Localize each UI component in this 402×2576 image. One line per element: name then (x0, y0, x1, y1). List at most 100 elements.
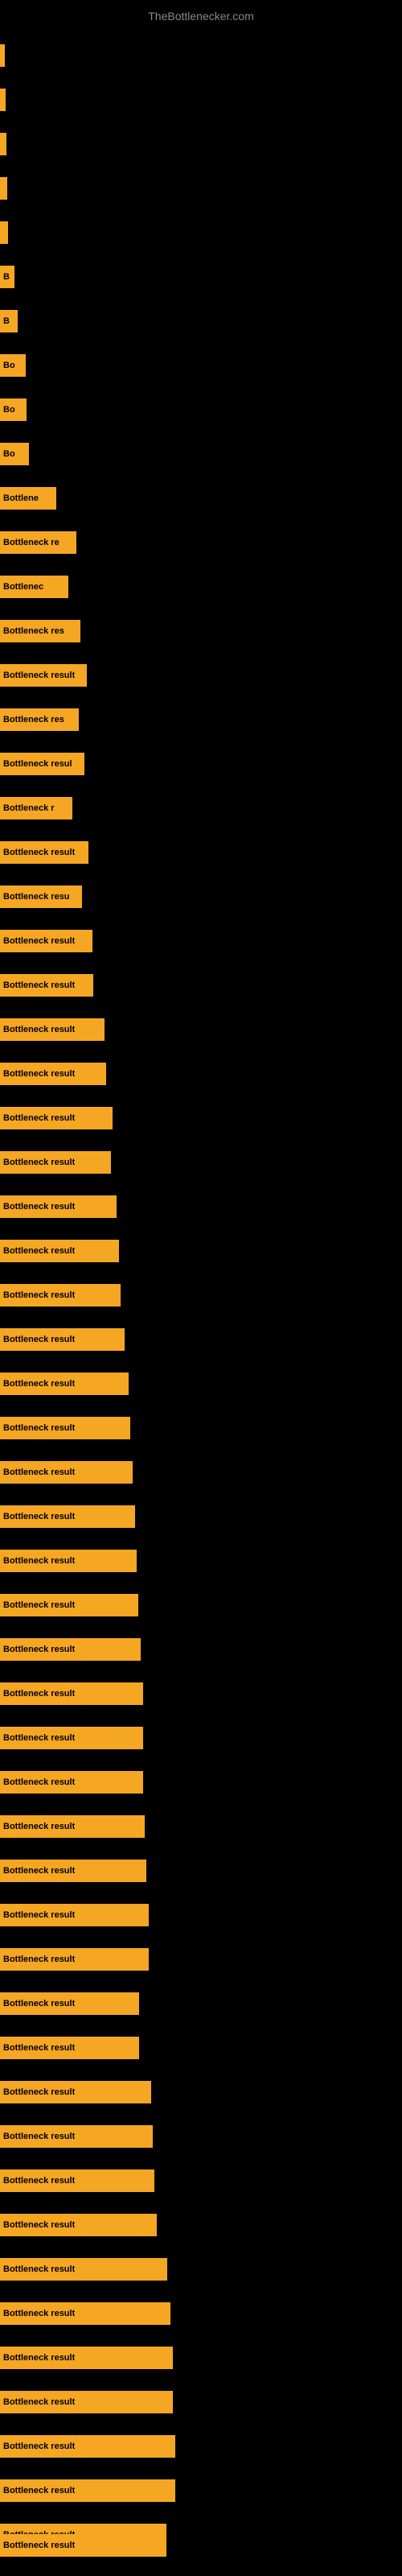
bar-label: Bottleneck result (3, 1777, 75, 1787)
bar-item: Bottleneck result (0, 1240, 119, 1262)
bar-label: Bottleneck result (3, 2132, 75, 2141)
bar-item: Bottleneck result (0, 1860, 146, 1882)
bar-item: Bottleneck res (0, 708, 79, 731)
bar-label: Bottleneck result (3, 1113, 75, 1123)
bar-label: Bottleneck result (3, 1158, 75, 1167)
bar-label: Bottleneck result (3, 2442, 75, 2451)
bar-label: Bottleneck result (3, 848, 75, 857)
bar-item: Bo (0, 443, 29, 465)
bar-label: Bottleneck result (3, 1866, 75, 1876)
bar-item: Bottleneck result (0, 2435, 175, 2458)
bar-item: Bottleneck result (0, 2479, 175, 2502)
bar-item: Bottleneck result (0, 1948, 149, 1971)
bar-item: Bottlene (0, 487, 56, 510)
bar-item (0, 89, 6, 111)
bar-label: Bottleneck result (3, 671, 75, 680)
bar-item: Bottleneck result (0, 2534, 166, 2557)
bar-item: Bottleneck resul (0, 753, 84, 775)
bar-item: Bottleneck r (0, 797, 72, 819)
bar-label: Bottleneck result (3, 2353, 75, 2363)
bar-label: Bottleneck result (3, 2309, 75, 2318)
bar-label: Bottleneck resu (3, 892, 70, 902)
bar-label: Bottleneck re (3, 538, 59, 547)
bar-item: Bottleneck result (0, 2169, 154, 2192)
bar-item (0, 44, 5, 67)
bar-item: Bottleneck result (0, 841, 88, 864)
bar-label: Bottleneck result (3, 2397, 75, 2407)
bar-label: Bottleneck result (3, 1600, 75, 1610)
bar-label: Bottlenec (3, 582, 43, 592)
bar-label: Bottleneck result (3, 1423, 75, 1433)
bar-label: Bottleneck result (3, 1335, 75, 1344)
bar-label: Bottleneck result (3, 2176, 75, 2186)
bar-item: Bottleneck result (0, 2125, 153, 2148)
bar-label: Bottleneck result (3, 2541, 75, 2550)
bar-item: Bottleneck result (0, 1195, 117, 1218)
bar-label: Bottlene (3, 493, 39, 503)
bar-label: Bottleneck result (3, 1025, 75, 1034)
bar-item: Bottleneck result (0, 1727, 143, 1749)
bar-label: Bottleneck result (3, 1955, 75, 1964)
bar-label: Bottleneck result (3, 1290, 75, 1300)
bar-label: Bottleneck resul (3, 759, 72, 769)
bar-item: Bottleneck result (0, 1594, 138, 1616)
bar-label: Bottleneck result (3, 2264, 75, 2274)
bar-label: Bottleneck result (3, 1822, 75, 1831)
bar-item: Bottleneck result (0, 1550, 137, 1572)
bar-label: Bo (3, 449, 15, 459)
bar-item: Bottleneck result (0, 1771, 143, 1794)
bar-item: Bottleneck result (0, 2037, 139, 2059)
bar-item: Bottleneck result (0, 2391, 173, 2413)
bar-item (0, 133, 6, 155)
bar-item: Bo (0, 354, 26, 377)
bar-item: Bottleneck result (0, 1373, 129, 1395)
bar-label: Bottleneck result (3, 1512, 75, 1521)
bar-item: Bottleneck result (0, 1107, 113, 1129)
bar-item: Bottleneck result (0, 2081, 151, 2103)
bar-item: Bottleneck result (0, 930, 92, 952)
bar-item: Bottleneck result (0, 1638, 141, 1661)
bar-item: Bottlenec (0, 576, 68, 598)
bar-label: Bottleneck result (3, 2087, 75, 2097)
bar-item: Bottleneck result (0, 1815, 145, 1838)
bar-label: Bottleneck result (3, 2043, 75, 2053)
bar-label: Bottleneck result (3, 1202, 75, 1212)
bar-item: Bottleneck result (0, 1682, 143, 1705)
bar-item (0, 177, 7, 200)
site-title: TheBottlenecker.com (0, 3, 402, 26)
bar-item: Bottleneck result (0, 1992, 139, 2015)
bar-item: Bottleneck re (0, 531, 76, 554)
bar-label: Bottleneck res (3, 715, 64, 724)
bar-item (0, 221, 8, 244)
bar-item: Bottleneck result (0, 2347, 173, 2369)
bar-item: Bottleneck result (0, 1328, 125, 1351)
bar-item: Bottleneck result (0, 2302, 170, 2325)
bar-item: B (0, 266, 14, 288)
bar-item: Bottleneck result (0, 1018, 105, 1041)
bar-item: Bottleneck result (0, 1904, 149, 1926)
bar-label: Bottleneck result (3, 1246, 75, 1256)
bar-label: Bottleneck result (3, 1689, 75, 1699)
bar-label: Bo (3, 405, 15, 415)
bar-item: Bottleneck res (0, 620, 80, 642)
bar-label: Bottleneck result (3, 1733, 75, 1743)
bar-item: Bottleneck result (0, 664, 87, 687)
bar-item: Bottleneck result (0, 1151, 111, 1174)
bar-item: Bottleneck result (0, 2214, 157, 2236)
bar-label: Bottleneck result (3, 1645, 75, 1654)
bar-label: Bottleneck r (3, 803, 55, 813)
bar-label: Bottleneck result (3, 1379, 75, 1389)
bar-label: Bottleneck result (3, 936, 75, 946)
bar-label: B (3, 272, 10, 282)
bar-item: Bottleneck result (0, 1461, 133, 1484)
bar-item: Bo (0, 398, 27, 421)
bar-item: B (0, 310, 18, 332)
bar-label: Bottleneck result (3, 1999, 75, 2008)
bar-label: Bottleneck res (3, 626, 64, 636)
bar-label: Bottleneck result (3, 1556, 75, 1566)
bar-item: Bottleneck result (0, 1505, 135, 1528)
bar-item: Bottleneck result (0, 1417, 130, 1439)
bar-label: B (3, 316, 10, 326)
bar-label: Bo (3, 361, 15, 370)
bar-item: Bottleneck result (0, 1284, 121, 1307)
